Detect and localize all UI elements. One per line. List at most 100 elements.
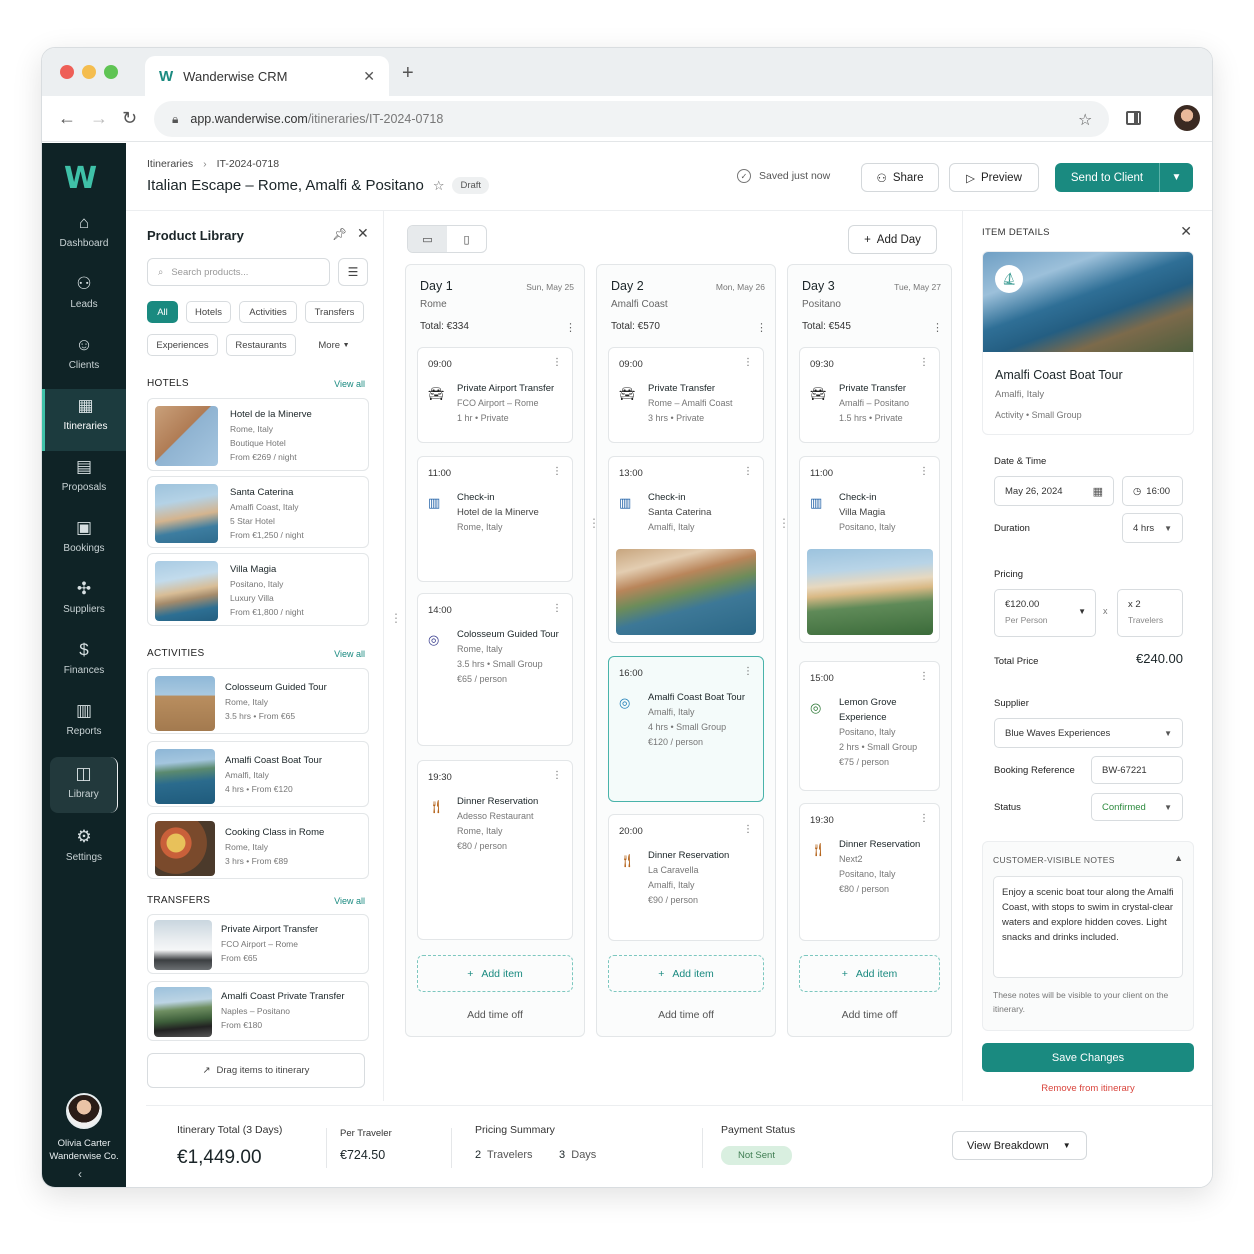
- add-time-off-link[interactable]: Add time off: [406, 1009, 584, 1021]
- close-tab-icon[interactable]: ✕: [363, 68, 375, 85]
- more-icon[interactable]: ⋮: [932, 321, 943, 334]
- time-field[interactable]: ◷ 16:00: [1122, 476, 1183, 506]
- more-icon[interactable]: ⋮: [552, 466, 562, 477]
- forward-icon[interactable]: →: [90, 108, 108, 129]
- more-icon[interactable]: ⋮: [552, 770, 562, 781]
- library-activity-card[interactable]: Amalfi Coast Boat Tour Amalfi, Italy 4 h…: [147, 741, 369, 807]
- filter-chip-restaurants[interactable]: Restaurants: [226, 334, 296, 356]
- side-panel-icon[interactable]: [1126, 111, 1141, 125]
- more-icon[interactable]: ⋮: [565, 321, 576, 334]
- user-profile[interactable]: Olivia Carter Wanderwise Co.: [42, 1093, 126, 1163]
- itinerary-item[interactable]: 09:00 ⋮ 🚘︎ Private Airport Transfer FCO …: [417, 347, 573, 443]
- more-icon[interactable]: ⋮: [552, 357, 562, 368]
- mobile-view-icon[interactable]: ▯: [447, 226, 486, 252]
- send-to-client-button[interactable]: Send to Client ▼: [1055, 163, 1193, 192]
- duration-select[interactable]: 4 hrs ▼: [1122, 513, 1183, 543]
- bookmark-star-icon[interactable]: ☆: [1078, 110, 1092, 130]
- itinerary-item[interactable]: 19:30 ⋮ 🍴︎ Dinner Reservation Next2 Posi…: [799, 803, 940, 941]
- more-icon[interactable]: ⋮: [743, 466, 753, 477]
- more-icon[interactable]: ⋮: [919, 466, 929, 477]
- filter-chip-experiences[interactable]: Experiences: [147, 334, 218, 356]
- add-time-off-link[interactable]: Add time off: [597, 1009, 775, 1021]
- library-hotel-card[interactable]: Hotel de la Minerve Rome, Italy Boutique…: [147, 398, 369, 471]
- date-field[interactable]: May 26, 2024 ▦: [994, 476, 1114, 506]
- add-item-button[interactable]: + Add item: [799, 955, 940, 992]
- activities-view-all-link[interactable]: View all: [334, 649, 365, 659]
- address-bar[interactable]: 🔒︎ app.wanderwise.com/itineraries/IT-202…: [154, 101, 1109, 137]
- more-icon[interactable]: ⋮: [756, 321, 767, 334]
- chevron-down-icon[interactable]: ▼: [1160, 163, 1193, 192]
- add-item-button[interactable]: + Add item: [417, 955, 573, 992]
- profile-avatar[interactable]: [1174, 105, 1200, 131]
- sidebar-item-suppliers[interactable]: ✣ Suppliers: [42, 579, 126, 637]
- view-breakdown-button[interactable]: View Breakdown ▼: [952, 1131, 1087, 1160]
- breadcrumb-itineraries[interactable]: Itineraries: [147, 158, 193, 170]
- sidebar-item-dashboard[interactable]: ⌂ Dashboard: [42, 213, 126, 271]
- price-select[interactable]: €120.00 Per Person ▼: [994, 589, 1096, 637]
- status-select[interactable]: Confirmed ▼: [1091, 793, 1183, 821]
- browser-tab[interactable]: W Wanderwise CRM ✕: [145, 56, 389, 96]
- minimize-window-dot[interactable]: [82, 65, 96, 79]
- add-time-off-link[interactable]: Add time off: [788, 1009, 951, 1021]
- share-button[interactable]: ⚇ Share: [861, 163, 939, 192]
- filter-more-dropdown[interactable]: More ▼: [304, 334, 364, 356]
- collapse-sidebar-icon[interactable]: ‹: [78, 1167, 82, 1181]
- more-icon[interactable]: ⋮: [743, 357, 753, 368]
- more-icon[interactable]: ⋮: [743, 666, 753, 677]
- library-activity-card[interactable]: Cooking Class in Rome Rome, Italy 3 hrs …: [147, 813, 369, 879]
- save-changes-button[interactable]: Save Changes: [982, 1043, 1194, 1072]
- back-icon[interactable]: ←: [58, 108, 76, 129]
- filter-chip-transfers[interactable]: Transfers: [305, 301, 364, 323]
- sidebar-item-proposals[interactable]: ▤ Proposals: [42, 457, 126, 515]
- sidebar-item-clients[interactable]: ☺ Clients: [42, 335, 126, 393]
- itinerary-item[interactable]: 11:00 ⋮ ▥ Check-in Villa Magia Positano,…: [799, 456, 940, 643]
- send-label[interactable]: Send to Client: [1055, 163, 1160, 192]
- notes-textarea[interactable]: Enjoy a scenic boat tour along the Amalf…: [993, 876, 1183, 978]
- booking-ref-input[interactable]: BW-67221: [1091, 756, 1183, 784]
- itinerary-item[interactable]: 14:00 ⋮ ◎ Colosseum Guided Tour Rome, It…: [417, 593, 573, 746]
- library-hotel-card[interactable]: Santa Caterina Amalfi Coast, Italy 5 Sta…: [147, 476, 369, 548]
- sidebar-item-library[interactable]: ◫ Library: [50, 757, 118, 813]
- new-tab-icon[interactable]: +: [402, 62, 414, 85]
- more-icon[interactable]: ⋮: [743, 824, 753, 835]
- itinerary-item-selected[interactable]: 16:00 ⋮ ◎ Amalfi Coast Boat Tour Amalfi,…: [608, 656, 764, 802]
- close-icon[interactable]: ✕: [357, 225, 369, 242]
- chevron-up-icon[interactable]: ▲: [1174, 853, 1183, 863]
- itinerary-item[interactable]: 11:00 ⋮ ▥ Check-in Hotel de la Minerve R…: [417, 456, 573, 582]
- sidebar-item-finances[interactable]: $ Finances: [42, 640, 126, 698]
- favorite-star-icon[interactable]: ☆: [433, 178, 445, 194]
- close-window-dot[interactable]: [60, 65, 74, 79]
- filter-chip-hotels[interactable]: Hotels: [186, 301, 231, 323]
- add-day-button[interactable]: + Add Day: [848, 225, 937, 254]
- hotels-view-all-link[interactable]: View all: [334, 379, 365, 389]
- sidebar-item-leads[interactable]: ⚇ Leads: [42, 274, 126, 332]
- itinerary-item[interactable]: 20:00 ⋮ 🍴︎ Dinner Reservation La Caravel…: [608, 814, 764, 941]
- supplier-select[interactable]: Blue Waves Experiences ▼: [994, 718, 1183, 748]
- pin-icon[interactable]: 📌︎: [332, 227, 347, 241]
- library-hotel-card[interactable]: Villa Magia Positano, Italy Luxury Villa…: [147, 553, 369, 626]
- sidebar-item-bookings[interactable]: ▣ Bookings: [42, 518, 126, 576]
- maximize-window-dot[interactable]: [104, 65, 118, 79]
- sidebar-item-settings[interactable]: ⚙ Settings: [42, 827, 126, 885]
- library-activity-card[interactable]: Colosseum Guided Tour Rome, Italy 3.5 hr…: [147, 668, 369, 734]
- sidebar-item-itineraries[interactable]: ▦ Itineraries: [42, 389, 126, 451]
- transfers-view-all-link[interactable]: View all: [334, 896, 365, 906]
- more-icon[interactable]: ⋮: [552, 603, 562, 614]
- add-item-button[interactable]: + Add item: [608, 955, 764, 992]
- more-icon[interactable]: ⋮: [919, 671, 929, 682]
- filter-chip-activities[interactable]: Activities: [239, 301, 297, 323]
- wanderwise-logo[interactable]: W: [64, 161, 97, 196]
- drag-handle-icon[interactable]: ⋮: [390, 611, 402, 625]
- itinerary-item[interactable]: 09:00 ⋮ 🚘︎ Private Transfer Rome – Amalf…: [608, 347, 764, 443]
- remove-from-itinerary-link[interactable]: Remove from itinerary: [982, 1083, 1194, 1094]
- itinerary-item[interactable]: 15:00 ⋮ ◎ Lemon Grove Experience Positan…: [799, 661, 940, 791]
- preview-button[interactable]: ▷ Preview: [949, 163, 1039, 192]
- filter-chip-all[interactable]: All: [147, 301, 178, 323]
- filter-button[interactable]: ☰: [338, 258, 368, 286]
- library-transfer-card[interactable]: Private Airport Transfer FCO Airport – R…: [147, 914, 369, 974]
- library-transfer-card[interactable]: Amalfi Coast Private Transfer Naples – P…: [147, 981, 369, 1041]
- itinerary-item[interactable]: 19:30 ⋮ 🍴︎ Dinner Reservation Adesso Res…: [417, 760, 573, 940]
- close-icon[interactable]: ✕: [1180, 223, 1192, 240]
- travelers-field[interactable]: x 2 Travelers: [1117, 589, 1183, 637]
- reload-icon[interactable]: ↻: [122, 108, 137, 129]
